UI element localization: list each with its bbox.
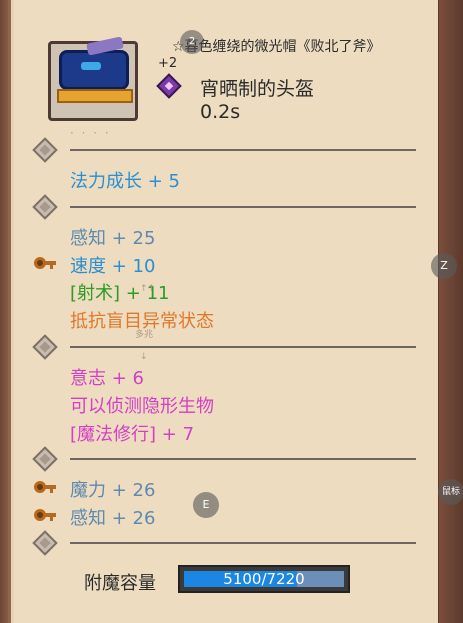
background-right-edge xyxy=(439,0,463,623)
key-rune-icon[interactable] xyxy=(34,478,56,498)
helmet-band xyxy=(57,89,133,103)
keybind-badge-2[interactable]: 2 xyxy=(180,30,204,54)
keybind-badge-e[interactable]: E xyxy=(193,492,219,518)
enchant-capacity-value: 5100/7220 xyxy=(223,570,305,588)
faded-description: · · · · xyxy=(70,126,111,140)
enchant-capacity-label: 附魔容量 xyxy=(84,573,156,594)
stat-line: 感知 + 26 xyxy=(70,508,156,529)
stat-line: 速度 + 10 xyxy=(70,256,156,277)
stat-line: 意志 + 6 xyxy=(70,368,144,389)
faint-marker: ↓ xyxy=(140,352,148,362)
faint-marker: ↑↑ xyxy=(140,284,156,294)
stat-line: 魔力 + 26 xyxy=(70,480,156,501)
section-divider xyxy=(70,542,416,544)
helmet-dome xyxy=(59,50,129,90)
section-divider xyxy=(70,206,416,208)
keybind-badge-z[interactable]: Z xyxy=(431,253,457,279)
section-divider xyxy=(70,346,416,348)
key-rune-icon[interactable] xyxy=(34,254,56,274)
stat-line: 法力成长 + 5 xyxy=(70,171,180,192)
enchant-capacity-bar: 5100/7220 xyxy=(178,565,350,593)
section-divider xyxy=(70,149,416,151)
faint-marker: 多兆 xyxy=(135,330,154,340)
stat-line: 可以侦测隐形生物 xyxy=(70,396,214,417)
helmet-gem xyxy=(81,62,101,70)
stat-line: [魔法修行] + 7 xyxy=(70,424,195,445)
mouse-hint-badge[interactable]: 鼠标 xyxy=(438,479,463,505)
background-left-edge xyxy=(0,0,8,623)
stat-line: 感知 + 25 xyxy=(70,228,156,249)
item-use-time: 0.2s xyxy=(200,101,241,123)
section-divider xyxy=(70,458,416,460)
item-upgrade-level: +2 xyxy=(158,56,178,71)
helmet-item-icon xyxy=(48,36,138,121)
item-type: 宵晒制的头盔 xyxy=(200,78,315,100)
key-rune-icon[interactable] xyxy=(34,506,56,526)
